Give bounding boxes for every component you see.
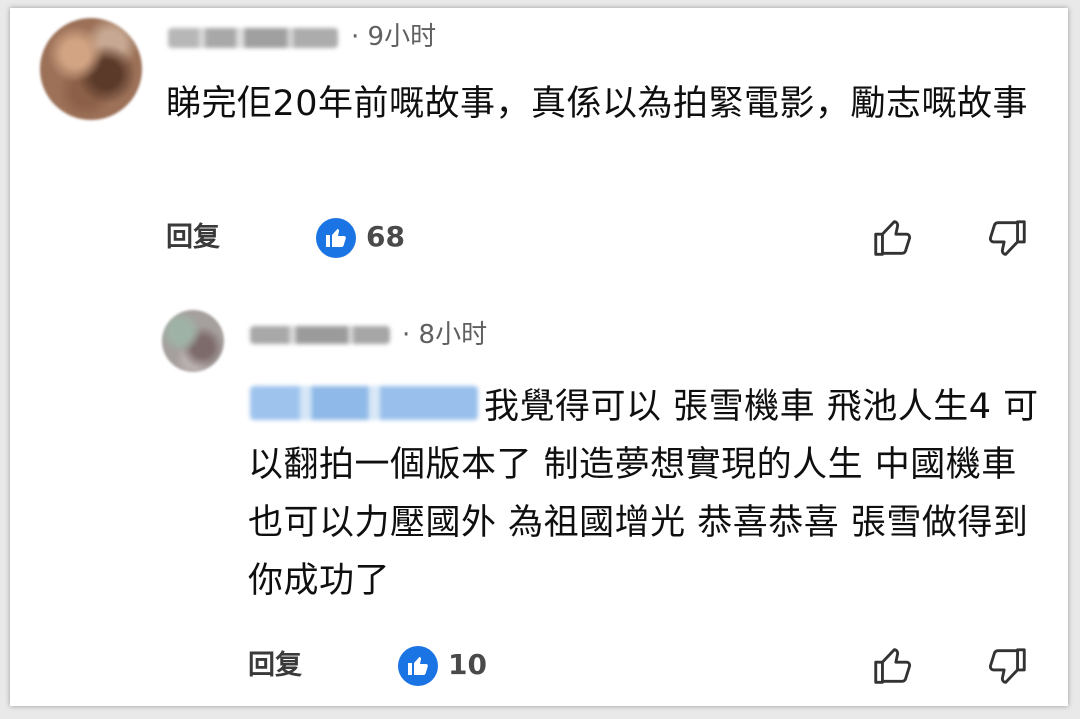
reply-text: 我覺得可以 張雪機車 飛池人生4 可以翻拍一個版本了 制造夢想實現的人生 中國機… — [248, 387, 1039, 601]
reply-text-container: 我覺得可以 張雪機車 飛池人生4 可以翻拍一個版本了 制造夢想實現的人生 中國機… — [248, 378, 1048, 610]
comment-text: 睇完佢20年前嘅故事，真係以為拍緊電影，勵志嘅故事 — [166, 84, 1029, 124]
thumb-up-icon[interactable] — [870, 642, 916, 688]
reply-time: · 8小时 — [402, 320, 488, 350]
reply-like-count: 10 — [448, 648, 487, 681]
reply-author-name-blurred[interactable] — [250, 326, 390, 344]
thumb-down-icon[interactable] — [984, 216, 1030, 262]
comment-thread: · 9小时 睇完佢20年前嘅故事，真係以為拍緊電影，勵志嘅故事 回复 68 · … — [10, 8, 1068, 706]
thumb-down-icon[interactable] — [984, 644, 1030, 690]
reply-button[interactable]: 回复 — [166, 224, 220, 251]
like-count: 68 — [366, 220, 405, 253]
author-name-blurred[interactable] — [168, 28, 338, 48]
thumb-up-icon[interactable] — [870, 214, 916, 260]
thumb-up-filled-icon — [398, 646, 438, 686]
thumb-up-filled-icon — [316, 218, 356, 258]
reply-reply-button[interactable]: 回复 — [248, 652, 302, 679]
comment-time: · 9小时 — [351, 22, 437, 52]
reply-avatar[interactable] — [162, 310, 224, 372]
avatar[interactable] — [40, 18, 142, 120]
